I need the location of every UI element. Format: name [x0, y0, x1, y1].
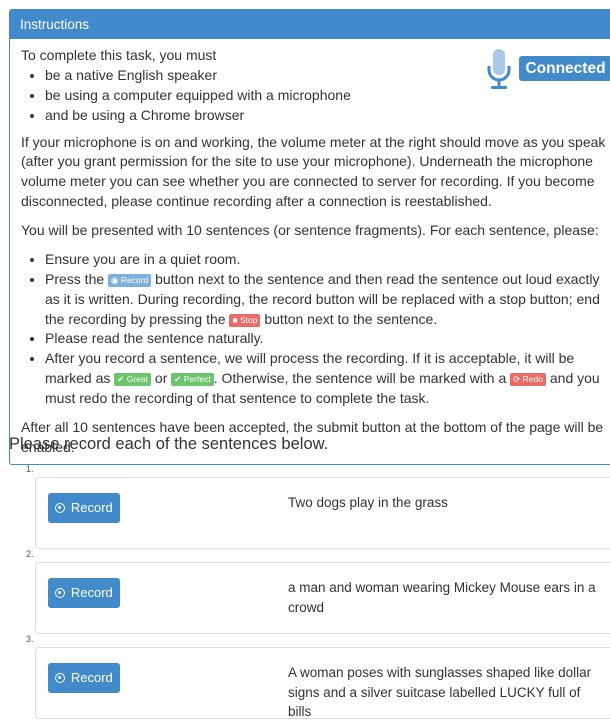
- sentence-card: Record a man and woman wearing Mickey Mo…: [35, 562, 610, 634]
- perfect-example-badge: ✔ Perfect: [171, 373, 214, 387]
- microphone-widget: Connected: [484, 48, 610, 92]
- step-press-prefix: Press the: [45, 270, 105, 287]
- step-quiet-room: Ensure you are in a quiet room.: [45, 250, 608, 270]
- record-example-label: Record: [120, 274, 149, 285]
- stop-icon: ■: [232, 314, 238, 325]
- check-icon: ✔: [117, 374, 125, 385]
- redo-example-badge: ⟳ Redo: [510, 373, 546, 387]
- great-example-label: Great: [126, 374, 149, 385]
- instructions-body: Connected To complete this task, you mus…: [10, 39, 610, 464]
- record-button[interactable]: Record: [48, 578, 120, 608]
- step-after-record: After you record a sentence, we will pro…: [45, 349, 608, 409]
- great-example-badge: ✔ Great: [114, 373, 152, 387]
- record-button-label: Record: [70, 585, 113, 600]
- sentence-card: Record Two dogs play in the grass: [35, 477, 610, 549]
- redo-icon: ⟳: [513, 374, 521, 385]
- presented-paragraph: You will be presented with 10 sentences …: [21, 222, 599, 238]
- sentence-text: A woman poses with sunglasses shaped lik…: [288, 665, 592, 720]
- record-button[interactable]: Record: [48, 493, 120, 523]
- steps-list: Ensure you are in a quiet room. Press th…: [21, 250, 608, 409]
- record-circle-icon: [55, 503, 66, 513]
- step-press-record: Press the ◉ Record button next to the se…: [45, 270, 608, 330]
- stop-example-badge: ■ Stop: [229, 313, 261, 327]
- instructions-panel: Instructions Connected To complete this …: [9, 9, 610, 465]
- or-text: or: [154, 370, 168, 387]
- microphone-icon: [487, 49, 511, 89]
- record-prompt: Please record each of the sentences belo…: [9, 435, 329, 453]
- otherwise-text: . Otherwise, the sentence will be marked…: [213, 370, 507, 387]
- record-button[interactable]: Record: [48, 663, 120, 693]
- connection-status-badge: Connected: [519, 56, 610, 81]
- sentence-text: a man and woman wearing Mickey Mouse ear…: [288, 580, 596, 615]
- instructions-heading: Instructions: [10, 10, 610, 39]
- step-read-naturally: Please read the sentence naturally.: [45, 329, 608, 349]
- record-button-label: Record: [70, 670, 113, 685]
- record-circle-icon: [55, 588, 66, 598]
- check-icon: ✔: [174, 374, 182, 385]
- sentence-number: 3.: [26, 634, 34, 644]
- sentence-card: Record A woman poses with sunglasses sha…: [35, 647, 610, 719]
- step-stop-suffix: button next to the sentence.: [264, 310, 438, 327]
- sentence-text: Two dogs play in the grass: [288, 495, 448, 510]
- sentence-number: 2.: [26, 549, 34, 559]
- record-circle-icon: [55, 673, 66, 683]
- stop-example-label: Stop: [239, 314, 258, 325]
- redo-example-label: Redo: [522, 374, 543, 385]
- microphone-paragraph: If your microphone is on and working, th…: [21, 133, 606, 210]
- record-button-label: Record: [70, 500, 113, 515]
- perfect-example-label: Perfect: [183, 374, 211, 385]
- sentence-number: 1.: [26, 464, 34, 474]
- record-example-badge: ◉ Record: [108, 273, 152, 287]
- requirement-item: and be using a Chrome browser: [45, 106, 608, 126]
